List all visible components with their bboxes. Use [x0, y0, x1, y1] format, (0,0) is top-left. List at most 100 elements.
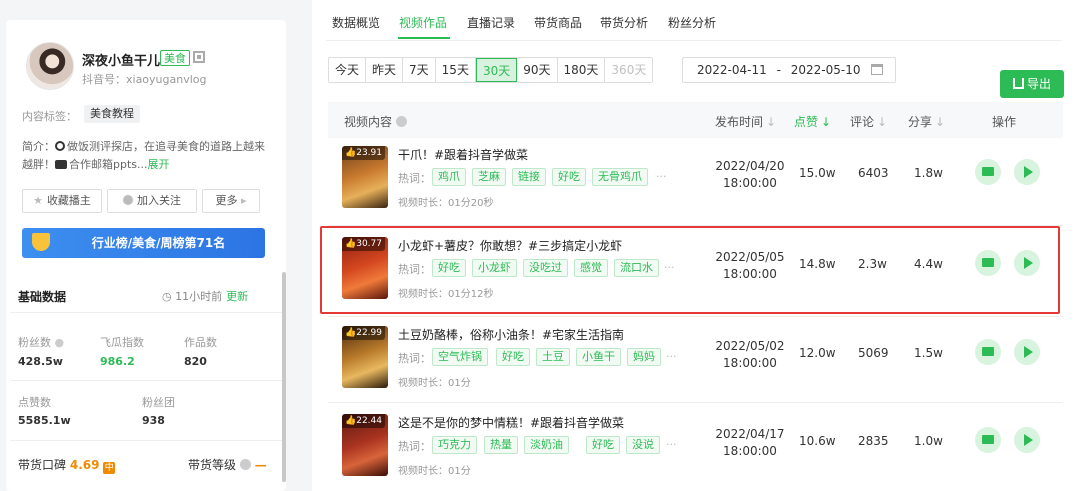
video-thumbnail[interactable]: 👍22.44 [342, 414, 388, 476]
help-icon[interactable] [396, 116, 408, 127]
scrollbar[interactable] [282, 272, 286, 482]
help-icon[interactable] [239, 459, 251, 470]
more-hot-words[interactable]: ··· [664, 261, 675, 274]
hot-word[interactable]: 好吃 [432, 259, 466, 277]
time-range-selector: 今天 昨天 7天 15天 30天 90天 180天 360天 [328, 57, 654, 83]
comments-cell: 2835 [858, 434, 889, 448]
fan-group-label: 粉丝团 [142, 396, 175, 409]
range-today[interactable]: 今天 [329, 58, 367, 82]
tab-videos[interactable]: 视频作品 [399, 14, 447, 31]
hot-word[interactable]: 土豆 [536, 348, 570, 366]
hot-word[interactable]: 淡奶油 [524, 436, 569, 454]
video-title[interactable]: 土豆奶酪棒，俗称小油条！#宅家生活指南 [398, 326, 624, 343]
qr-code-icon[interactable] [193, 51, 205, 63]
hot-word[interactable]: 巧克力 [432, 436, 477, 454]
play-icon[interactable] [1014, 250, 1040, 276]
video-title[interactable]: 小龙虾+薯皮？你敢想？#三步搞定小龙虾 [398, 237, 622, 254]
more-button[interactable]: 更多 ▸ [202, 189, 260, 213]
video-score-value: 22.99 [356, 328, 382, 338]
tab-sales-analysis[interactable]: 带货分析 [600, 14, 648, 31]
tv-icon[interactable] [975, 159, 1001, 185]
more-hot-words[interactable]: ··· [666, 350, 677, 363]
comments-cell: 5069 [858, 346, 889, 360]
hot-word[interactable]: 感觉 [574, 259, 608, 277]
video-title[interactable]: 这是不是你的梦中情糕！#跟着抖音学做菜 [398, 414, 624, 431]
hot-words-label: 热词： [398, 263, 431, 276]
avatar[interactable] [26, 42, 74, 90]
works-label: 作品数 [184, 336, 217, 349]
hot-word[interactable]: 妈妈 [627, 348, 661, 366]
video-thumbnail[interactable]: 👍22.99 [342, 326, 388, 388]
more-hot-words[interactable]: ··· [666, 438, 677, 451]
table-row[interactable]: 👍22.99 土豆奶酪棒，俗称小油条！#宅家生活指南 热词： 空气炸锅 好吃 土… [328, 322, 1063, 412]
tv-icon[interactable] [975, 250, 1001, 276]
rank-text: 行业榜/美食/周榜第71名 [91, 236, 226, 250]
range-90d[interactable]: 90天 [517, 58, 558, 82]
hot-word[interactable]: 小龙虾 [472, 259, 517, 277]
range-360d[interactable]: 360天 [605, 58, 652, 82]
hot-word[interactable]: 没说 [626, 436, 660, 454]
douyin-id: 抖音号：xiaoyuganvlog [82, 73, 207, 86]
hot-word[interactable]: 没吃过 [523, 259, 568, 277]
play-icon[interactable] [1014, 427, 1040, 453]
tab-products[interactable]: 带货商品 [534, 14, 582, 31]
table-row[interactable]: 👍22.44 这是不是你的梦中情糕！#跟着抖音学做菜 热词： 巧克力 热量 淡奶… [328, 410, 1063, 491]
divider [10, 440, 282, 441]
hot-word[interactable]: 好吃 [586, 436, 620, 454]
tab-fans-analysis[interactable]: 粉丝分析 [668, 14, 716, 31]
trophy-icon [32, 233, 50, 251]
range-30d[interactable]: 30天 [475, 58, 518, 82]
header-likes[interactable]: 点赞 ↓ [794, 113, 831, 130]
hot-word[interactable]: 好吃 [552, 168, 586, 186]
video-thumbnail[interactable]: 👍23.91 [342, 146, 388, 208]
date-range-picker[interactable]: 2022-04-11 - 2022-05-10 [682, 57, 896, 83]
range-15d[interactable]: 15天 [436, 58, 476, 82]
hot-word[interactable]: 鸡爪 [432, 168, 466, 186]
more-label: 更多 [215, 194, 238, 207]
hot-word[interactable]: 小鱼干 [576, 348, 621, 366]
hot-word[interactable]: 芝麻 [472, 168, 506, 186]
play-icon[interactable] [1014, 159, 1040, 185]
bio-prefix: 简介： [22, 140, 55, 153]
tv-icon[interactable] [975, 427, 1001, 453]
rank-banner[interactable]: 行业榜/美食/周榜第71名 [22, 228, 265, 258]
updated-time: 11小时前 [175, 290, 223, 303]
fans-value: 428.5w [18, 355, 63, 368]
bio-expand-link[interactable]: 展开 [148, 158, 170, 171]
more-hot-words[interactable]: ··· [656, 170, 667, 183]
fans-label: 粉丝数 ● [18, 334, 64, 350]
hot-word[interactable]: 空气炸锅 [432, 348, 488, 366]
hot-word[interactable]: 链接 [512, 168, 546, 186]
header-comments[interactable]: 评论 ↓ [850, 113, 887, 130]
video-thumbnail[interactable]: 👍30.77 [342, 237, 388, 299]
header-publish[interactable]: 发布时间 ↓ [715, 113, 776, 130]
video-title[interactable]: 干爪！#跟着抖音学做菜 [398, 146, 528, 163]
export-button[interactable]: 导出 [1000, 70, 1064, 98]
refresh-link[interactable]: 更新 [226, 290, 248, 303]
comments-cell: 2.3w [858, 257, 887, 271]
tv-icon[interactable] [975, 339, 1001, 365]
range-yesterday[interactable]: 昨天 [366, 58, 404, 82]
play-icon[interactable] [1014, 339, 1040, 365]
table-row[interactable]: 👍23.91 干爪！#跟着抖音学做菜 热词： 鸡爪 芝麻 链接 好吃 无骨鸡爪 … [328, 142, 1063, 232]
table-row[interactable]: 👍30.77 小龙虾+薯皮？你敢想？#三步搞定小龙虾 热词： 好吃 小龙虾 没吃… [328, 233, 1063, 323]
hot-word[interactable]: 流口水 [614, 259, 659, 277]
hot-word[interactable]: 好吃 [496, 348, 530, 366]
range-180d[interactable]: 180天 [558, 58, 606, 82]
publish-clock: 18:00:00 [723, 356, 777, 370]
publish-date: 2022/04/20 [715, 159, 785, 173]
hot-word[interactable]: 热量 [484, 436, 518, 454]
hot-words-label: 热词： [398, 172, 431, 185]
works-value: 820 [184, 355, 207, 368]
tab-live[interactable]: 直播记录 [467, 14, 515, 31]
follow-button[interactable]: 加入关注 [107, 189, 197, 213]
header-shares[interactable]: 分享 ↓ [908, 113, 945, 130]
tab-overview[interactable]: 数据概览 [332, 14, 380, 31]
range-7d[interactable]: 7天 [403, 58, 436, 82]
favorite-button[interactable]: ★ 收藏播主 [22, 189, 102, 213]
bio-email: 合作邮箱ppts... [69, 158, 148, 171]
header-content: 视频内容 [344, 113, 408, 130]
chevron-right-icon: ▸ [237, 194, 247, 207]
hot-word[interactable]: 无骨鸡爪 [592, 168, 648, 186]
publish-time: 2022/05/02 18:00:00 [715, 338, 785, 372]
